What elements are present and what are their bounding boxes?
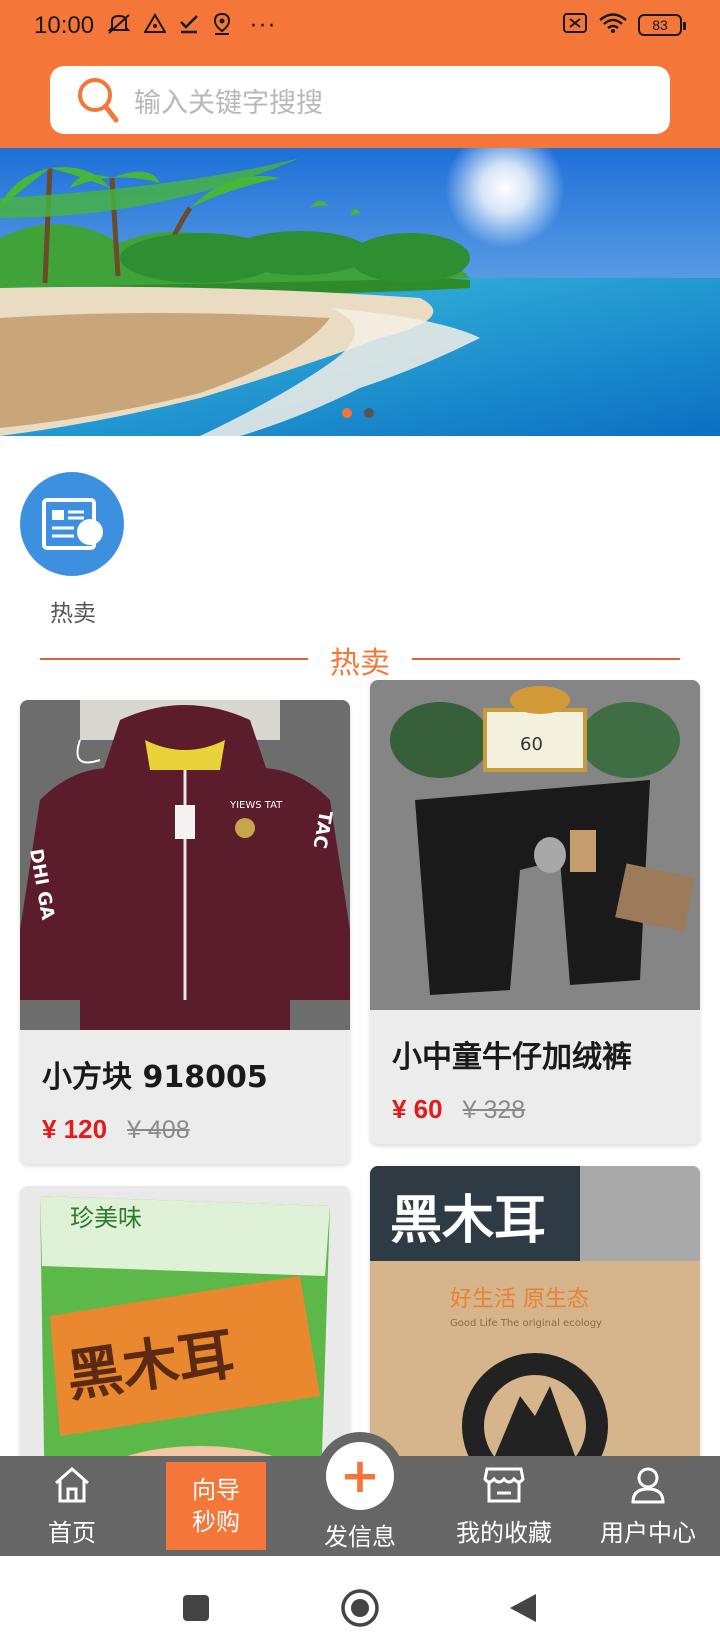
post-button[interactable]: + [326, 1442, 394, 1510]
battery-icon: 83 [638, 14, 686, 36]
product-info: 小方块 918005 ¥ 120 ¥ 408 [20, 1030, 350, 1164]
nav-favorites-label: 我的收藏 [456, 1518, 552, 1547]
store-icon [483, 1465, 525, 1509]
product-card[interactable]: 黑木耳 好生活 原生态 Good Life The original ecolo… [370, 1166, 700, 1496]
header: 10:00 ··· 83 输入关键字搜搜 [0, 0, 720, 148]
product-name: 小中童牛仔加绒裤 [392, 1040, 632, 1075]
product-image: 黑木耳 好生活 原生态 Good Life The original ecolo… [370, 1166, 700, 1496]
status-bar: 10:00 ··· 83 [0, 0, 720, 56]
product-price: ¥ 60 [392, 1094, 443, 1124]
alert-icon [143, 13, 167, 40]
check-icon [178, 13, 200, 40]
nav-seckill-line2: 秒购 [192, 1508, 240, 1536]
box-slogan: 好生活 原生态 [450, 1287, 589, 1312]
nav-seckill-button[interactable]: 向导 秒购 [166, 1462, 266, 1550]
svg-text:珍美味: 珍美味 [70, 1204, 142, 1232]
category-label: 热卖 [50, 601, 96, 627]
home-button-icon[interactable] [340, 1588, 380, 1632]
user-icon [629, 1465, 667, 1509]
product-card[interactable]: YIEWS TAT DHI GA TAC 小方块 918005 ¥ 120 ¥ … [20, 700, 350, 1164]
category-hot-sale[interactable]: 热卖 [20, 472, 126, 628]
carousel-dot-1[interactable] [342, 408, 352, 418]
product-info: 小中童牛仔加绒裤 ¥ 60 ¥ 328 [370, 1010, 700, 1144]
recents-icon[interactable] [182, 1594, 210, 1626]
price-row: ¥ 60 ¥ 328 [392, 1094, 678, 1125]
nav-home[interactable]: 首页 [22, 1456, 122, 1556]
status-icons-right: 83 [562, 12, 686, 38]
mute-icon [106, 12, 132, 41]
plus-icon: + [339, 1448, 381, 1504]
carousel-dots [342, 408, 374, 418]
product-price: ¥ 120 [42, 1114, 108, 1144]
status-time: 10:00 [34, 12, 95, 39]
product-name: 小方块 918005 [42, 1060, 268, 1095]
news-list-icon [20, 472, 124, 576]
system-nav-bar [0, 1556, 720, 1650]
price-row: ¥ 120 ¥ 408 [42, 1114, 328, 1145]
divider-right [412, 658, 680, 660]
search-input[interactable]: 输入关键字搜搜 [50, 66, 670, 134]
nav-user-center-label: 用户中心 [600, 1518, 696, 1547]
svg-text:YIEWS TAT: YIEWS TAT [229, 800, 283, 811]
sim-off-icon [562, 12, 588, 38]
more-icon: ··· [250, 14, 277, 39]
banner-carousel[interactable] [0, 148, 720, 436]
banner-image [0, 148, 720, 436]
section-title: 热卖 [330, 646, 390, 681]
carousel-dot-2[interactable] [364, 408, 374, 418]
nav-user-center[interactable]: 用户中心 [590, 1456, 706, 1556]
product-original-price: ¥ 328 [462, 1096, 526, 1124]
product-card[interactable]: 60 小中童牛仔加绒裤 ¥ 60 ¥ 328 [370, 680, 700, 1144]
search-placeholder: 输入关键字搜搜 [134, 87, 323, 119]
nav-post-label: 发信息 [324, 1523, 396, 1551]
wifi-icon [598, 12, 628, 38]
product-original-price: ¥ 408 [127, 1116, 190, 1144]
back-icon[interactable] [508, 1592, 538, 1628]
nav-seckill-line1: 向导 [192, 1476, 240, 1504]
search-icon [68, 70, 128, 130]
box-brand-text: 黑木耳 [390, 1191, 546, 1251]
product-image: YIEWS TAT DHI GA TAC [20, 700, 350, 1030]
location-icon [212, 12, 232, 41]
status-icons-left: ··· [106, 12, 277, 41]
svg-text:60: 60 [520, 734, 543, 755]
section-header: 热卖 [40, 636, 680, 681]
app-screen: 10:00 ··· 83 输入关键字搜搜 热卖 热卖 YIEWS TAT DHI… [0, 0, 720, 1650]
nav-favorites[interactable]: 我的收藏 [446, 1456, 562, 1556]
home-icon [52, 1465, 92, 1509]
box-slogan-en: Good Life The original ecology [450, 1318, 602, 1329]
product-image: 60 [370, 680, 700, 1010]
nav-home-label: 首页 [48, 1518, 96, 1547]
